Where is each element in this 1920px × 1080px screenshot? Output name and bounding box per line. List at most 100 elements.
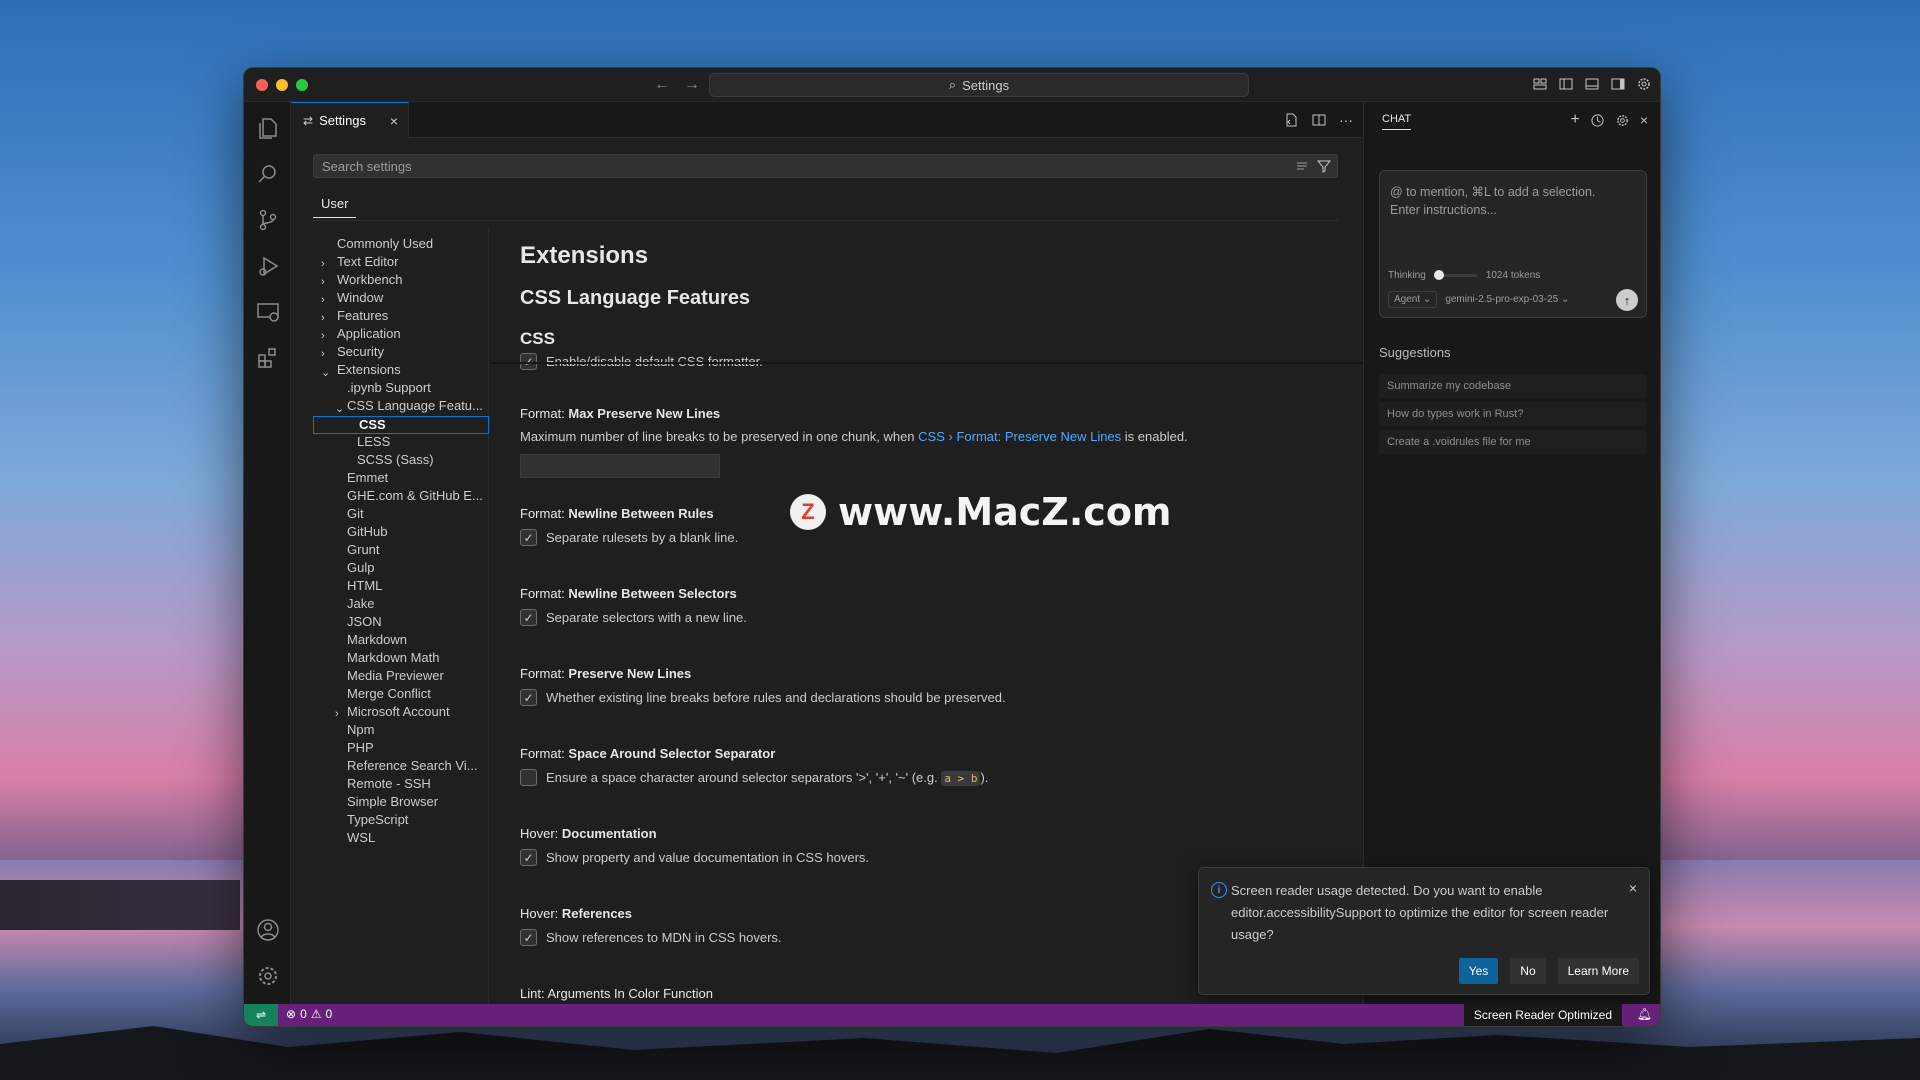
tab-user-settings[interactable]: User: [313, 190, 357, 218]
search-icon[interactable]: [254, 160, 282, 188]
suggestion-item[interactable]: How do types work in Rust?: [1379, 402, 1647, 426]
toc-item[interactable]: Extensions: [337, 362, 481, 380]
extensions-icon[interactable]: [254, 344, 282, 372]
preserve-new-lines-link[interactable]: CSS › Format: Preserve New Lines: [918, 429, 1121, 444]
max-preserve-new-lines-input[interactable]: [520, 454, 720, 478]
learn-more-button[interactable]: Learn More: [1557, 958, 1639, 984]
chevron-right-icon[interactable]: ›: [335, 708, 339, 720]
toggle-primary-sidebar-icon[interactable]: [1558, 76, 1574, 92]
command-center[interactable]: ⌕ Settings: [709, 73, 1249, 97]
account-icon[interactable]: [254, 916, 282, 944]
chevron-right-icon[interactable]: ›: [321, 276, 325, 288]
tab-settings[interactable]: ⇄ Settings ×: [291, 102, 409, 138]
source-control-icon[interactable]: [254, 206, 282, 234]
toc-item[interactable]: Workbench: [337, 272, 481, 290]
chevron-right-icon[interactable]: ›: [321, 258, 325, 270]
toc-item[interactable]: Npm: [347, 722, 483, 740]
screen-reader-optimized-status[interactable]: Screen Reader Optimized: [1463, 1004, 1622, 1026]
chevron-right-icon[interactable]: ›: [321, 348, 325, 360]
toc-item[interactable]: Reference Search Vi...: [347, 758, 483, 776]
toggle-panel-icon[interactable]: [1584, 76, 1600, 92]
toc-item[interactable]: Features: [337, 308, 481, 326]
toc-item[interactable]: Markdown Math: [347, 650, 483, 668]
toc-item[interactable]: Emmet: [347, 470, 483, 488]
search-settings-input[interactable]: Search settings: [313, 154, 1338, 178]
toc-item[interactable]: Commonly Used: [337, 236, 481, 254]
forward-arrow-icon[interactable]: →: [684, 76, 700, 94]
hover-references-checkbox[interactable]: ✓: [520, 929, 537, 946]
toc-item[interactable]: LESS: [357, 434, 485, 452]
chevron-right-icon[interactable]: ›: [321, 312, 325, 324]
toc-item[interactable]: Microsoft Account: [347, 704, 483, 722]
back-arrow-icon[interactable]: ←: [654, 76, 670, 94]
remote-indicator-icon[interactable]: ⇌: [244, 1004, 278, 1026]
toc-item[interactable]: Git: [347, 506, 483, 524]
toc-item[interactable]: PHP: [347, 740, 483, 758]
thinking-slider[interactable]: [1433, 270, 1478, 280]
chevron-right-icon[interactable]: ›: [321, 330, 325, 342]
minimize-window-button[interactable]: [276, 79, 288, 91]
send-button[interactable]: ↑: [1616, 289, 1638, 311]
toc-item[interactable]: Markdown: [347, 632, 483, 650]
customize-layout-icon[interactable]: [1532, 76, 1548, 92]
suggestion-item[interactable]: Create a .voidrules file for me: [1379, 430, 1647, 454]
toc-item[interactable]: CSS: [313, 416, 489, 434]
close-tab-icon[interactable]: ×: [390, 113, 398, 129]
history-icon[interactable]: [1590, 111, 1605, 129]
toc-item[interactable]: .ipynb Support: [347, 380, 483, 398]
preserve-new-lines-checkbox[interactable]: ✓: [520, 689, 537, 706]
toc-item[interactable]: TypeScript: [347, 812, 483, 830]
chevron-down-icon[interactable]: ⌄: [335, 402, 344, 415]
newline-between-selectors-checkbox[interactable]: ✓: [520, 609, 537, 626]
open-settings-json-icon[interactable]: [1283, 112, 1299, 128]
toggle-secondary-sidebar-icon[interactable]: [1610, 76, 1626, 92]
toc-item[interactable]: Application: [337, 326, 481, 344]
yes-button[interactable]: Yes: [1458, 958, 1499, 984]
toc-item[interactable]: Security: [337, 344, 481, 362]
suggestion-item[interactable]: Summarize my codebase: [1379, 374, 1647, 398]
toc-item[interactable]: Media Previewer: [347, 668, 483, 686]
model-dropdown[interactable]: gemini-2.5-pro-exp-03-25 ⌄: [1445, 294, 1569, 305]
chat-settings-gear-icon[interactable]: [1615, 111, 1630, 129]
toc-item[interactable]: Remote - SSH: [347, 776, 483, 794]
new-chat-icon[interactable]: +: [1570, 111, 1579, 129]
notification-bell-icon[interactable]: 🔔︎: [1637, 1007, 1652, 1021]
more-actions-icon[interactable]: ···: [1339, 112, 1353, 128]
newline-between-rules-checkbox[interactable]: ✓: [520, 529, 537, 546]
chevron-down-icon[interactable]: ⌄: [321, 366, 330, 379]
toc-item[interactable]: Jake: [347, 596, 483, 614]
toc-item[interactable]: GitHub: [347, 524, 483, 542]
no-button[interactable]: No: [1510, 958, 1546, 984]
toc-item[interactable]: SCSS (Sass): [357, 452, 485, 470]
clear-filter-icon[interactable]: [1295, 159, 1309, 173]
toc-item[interactable]: GHE.com & GitHub E...: [347, 488, 483, 506]
explorer-icon[interactable]: [254, 114, 282, 142]
toc-item[interactable]: Merge Conflict: [347, 686, 483, 704]
toc-item[interactable]: Grunt: [347, 542, 483, 560]
toc-item[interactable]: Gulp: [347, 560, 483, 578]
close-notification-icon[interactable]: ×: [1629, 880, 1637, 896]
slider-knob[interactable]: [1433, 270, 1444, 280]
toc-item[interactable]: JSON: [347, 614, 483, 632]
maximize-window-button[interactable]: [296, 79, 308, 91]
toc-item[interactable]: HTML: [347, 578, 483, 596]
space-around-selector-separator-checkbox[interactable]: [520, 769, 537, 786]
toc-item[interactable]: Text Editor: [337, 254, 481, 272]
mode-dropdown[interactable]: Agent ⌄: [1388, 291, 1438, 308]
split-editor-icon[interactable]: [1311, 112, 1327, 128]
chat-title[interactable]: CHAT: [1382, 113, 1412, 130]
chevron-right-icon[interactable]: ›: [321, 294, 325, 306]
remote-explorer-icon[interactable]: [254, 298, 282, 326]
chat-input[interactable]: @ to mention, ⌘L to add a selection. Ent…: [1379, 170, 1647, 318]
run-debug-icon[interactable]: [254, 252, 282, 280]
toc-item[interactable]: Window: [337, 290, 481, 308]
gear-icon[interactable]: [1636, 76, 1652, 92]
toc-item[interactable]: WSL: [347, 830, 483, 848]
close-chat-icon[interactable]: ×: [1640, 111, 1648, 129]
toc-item[interactable]: CSS Language Featu...: [347, 398, 483, 416]
manage-gear-icon[interactable]: [254, 962, 282, 990]
close-window-button[interactable]: [256, 79, 268, 91]
problems-indicator[interactable]: ⊗ 0 ⚠ 0: [286, 1007, 332, 1021]
hover-documentation-checkbox[interactable]: ✓: [520, 849, 537, 866]
toc-item[interactable]: Simple Browser: [347, 794, 483, 812]
